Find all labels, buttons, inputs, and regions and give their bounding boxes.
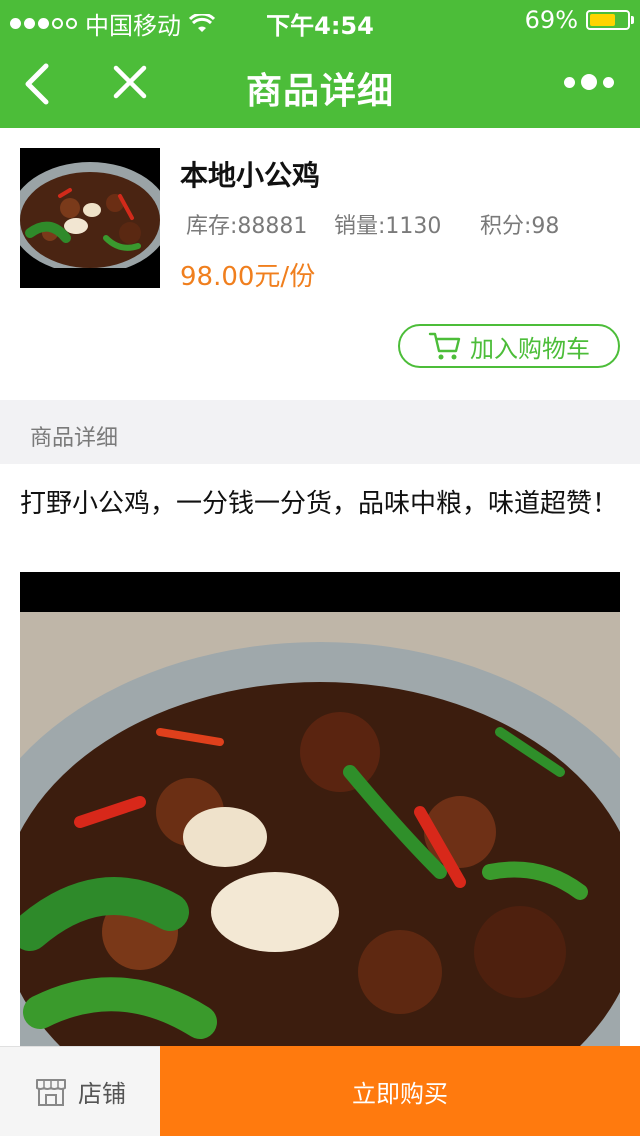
status-bar: 中国移动 下午4:54 69% — [0, 0, 640, 40]
shop-label: 店铺 — [78, 1080, 126, 1108]
status-right: 69% — [524, 6, 634, 34]
detail-section-header: 商品详细 — [0, 400, 640, 464]
top-bar: 中国移动 下午4:54 69% 商品详细 — [0, 0, 640, 128]
buy-now-button[interactable]: 立即购买 — [160, 1046, 640, 1136]
product-name: 本地小公鸡 — [180, 159, 321, 192]
shop-button[interactable]: 店铺 — [0, 1046, 160, 1136]
store-icon — [36, 1078, 66, 1106]
product-description: 打野小公鸡，一分钱一分货，品味中粮，味道超赞！ — [20, 489, 619, 519]
more-dots-icon[interactable] — [564, 74, 614, 90]
bottom-bar: 店铺 立即购买 — [0, 1046, 640, 1136]
page-title: 商品详细 — [245, 71, 394, 112]
battery-icon — [586, 10, 634, 30]
cart-icon — [428, 332, 461, 360]
add-to-cart-label: 加入购物车 — [470, 334, 590, 363]
nav-bar: 商品详细 — [0, 40, 640, 128]
points-label: 积分:98 — [480, 214, 560, 239]
add-to-cart-button[interactable]: 加入购物车 — [398, 324, 620, 368]
stock-label: 库存:88881 — [186, 214, 308, 239]
buy-now-label: 立即购买 — [352, 1079, 448, 1108]
detail-section-title: 商品详细 — [30, 426, 119, 451]
product-header: 本地小公鸡 库存:88881 销量:1130 积分:98 98.00元/份 加入… — [0, 128, 640, 400]
product-price: 98.00元/份 — [180, 262, 316, 292]
battery-percent: 69% — [524, 6, 578, 34]
product-detail-image — [20, 572, 620, 1052]
sales-label: 销量:1130 — [334, 214, 442, 239]
product-thumbnail[interactable] — [20, 148, 160, 288]
